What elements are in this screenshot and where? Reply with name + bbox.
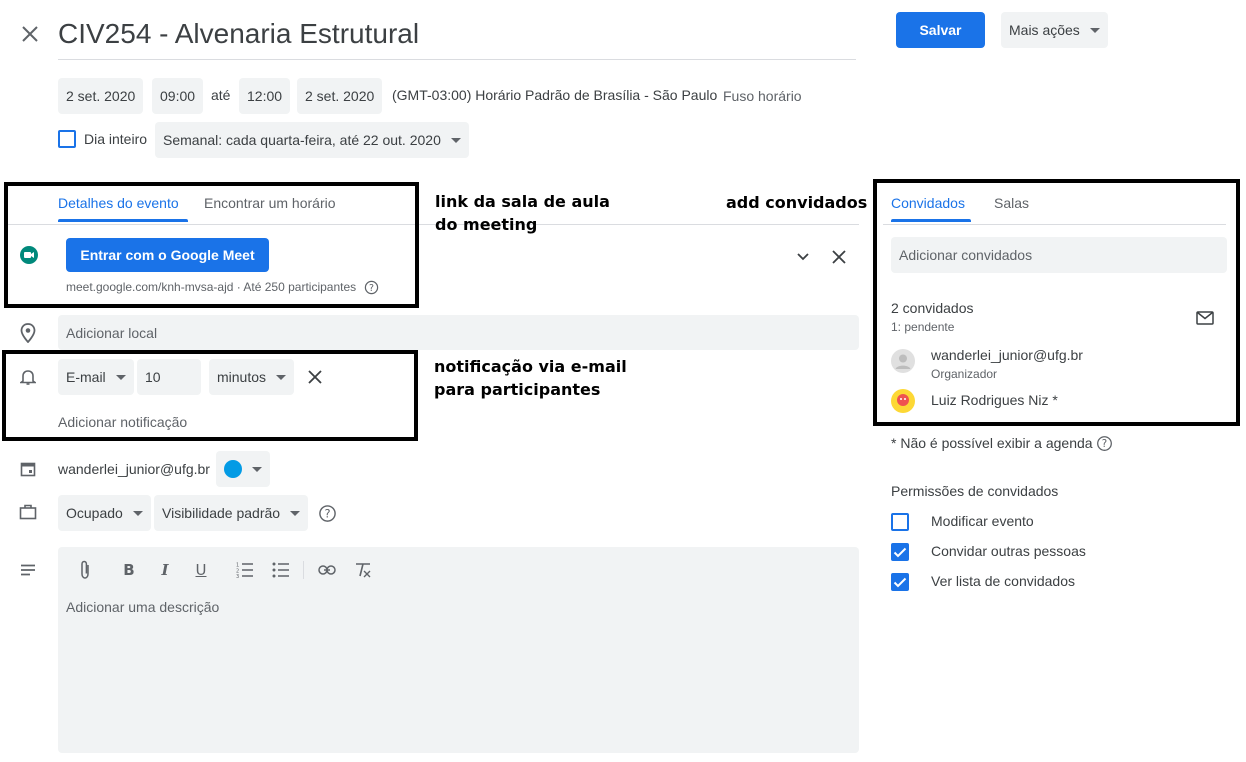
start-time-chip[interactable]: 09:00 [152,78,204,114]
italic-icon[interactable]: I [154,559,176,581]
modify-event-checkbox[interactable] [891,513,909,531]
calendar-owner: wanderlei_junior@ufg.br [58,461,210,477]
location-input[interactable]: Adicionar local [58,315,859,350]
numbered-list-icon[interactable]: 123 [234,559,256,581]
chevron-down-icon [132,510,143,516]
chevron-down-icon [1089,27,1100,33]
description-editor[interactable]: B I U 123 Adicionar uma descrição [58,547,859,753]
chevron-down-icon[interactable] [794,248,812,266]
all-day-label: Dia inteiro [84,131,148,147]
visibility-value: Visibilidade padrão [162,505,281,521]
link-icon[interactable] [316,559,338,581]
all-day-checkbox[interactable] [58,130,76,148]
more-actions-button[interactable]: Mais ações [1001,12,1108,48]
location-placeholder: Adicionar local [66,325,158,341]
calendar-color-select[interactable] [216,451,270,487]
timezone-link[interactable]: Fuso horário [723,88,802,104]
description-icon [18,560,38,580]
title-underline [58,59,856,60]
chevron-down-icon [450,137,461,143]
calendar-icon [18,459,38,479]
annotation-box-guests [873,179,1240,426]
bulleted-list-icon[interactable] [270,559,292,581]
visibility-select[interactable]: Visibilidade padrão [154,495,309,531]
toolbar-divider [303,561,304,579]
chevron-down-icon [252,466,262,472]
help-icon[interactable]: ? [1095,434,1113,452]
description-placeholder: Adicionar uma descrição [66,599,220,615]
annotation-guests: add convidados [726,193,868,212]
chevron-down-icon [290,510,301,516]
timezone-text: (GMT-03:00) Horário Padrão de Brasília -… [392,87,718,103]
start-date-chip[interactable]: 2 set. 2020 [58,78,144,114]
attachment-icon[interactable] [74,559,96,581]
availability-select[interactable]: Ocupado [58,495,151,531]
save-button[interactable]: Salvar [896,12,985,48]
svg-text:3: 3 [236,574,239,578]
annotation-meet-line2: do meeting [435,215,538,234]
annotation-box-meet [4,182,419,308]
remove-meet-close-icon[interactable] [830,248,848,266]
permission-label: Modificar evento [931,513,1034,529]
underline-icon[interactable]: U [190,559,212,581]
more-actions-label: Mais ações [1009,22,1080,38]
permissions-title: Permissões de convidados [891,483,1059,499]
calendar-color-dot [224,460,242,478]
help-icon[interactable]: ? [317,503,337,523]
agenda-note: * Não é possível exibir a agenda [891,435,1093,451]
close-icon[interactable] [16,20,44,48]
annotation-notif-line1: notificação via e-mail [434,357,627,376]
event-title[interactable]: CIV254 - Alvenaria Estrutural [58,18,419,50]
location-pin-icon [18,322,38,344]
see-guest-list-checkbox[interactable] [891,573,909,591]
annotation-notif-line2: para participantes [434,380,601,399]
permission-label: Convidar outras pessoas [931,543,1086,559]
recurrence-select[interactable]: Semanal: cada quarta-feira, até 22 out. … [155,122,469,158]
svg-text:?: ? [1101,438,1106,449]
recurrence-value: Semanal: cada quarta-feira, até 22 out. … [163,132,441,148]
briefcase-icon [18,502,38,522]
end-date-chip[interactable]: 2 set. 2020 [297,78,383,114]
svg-text:?: ? [324,506,330,520]
annotation-box-notification [2,350,418,441]
end-time-chip[interactable]: 12:00 [239,78,291,114]
until-label: até [211,87,231,103]
permission-label: Ver lista de convidados [931,573,1075,589]
annotation-meet-line1: link da sala de aula [435,192,610,211]
clear-formatting-icon[interactable] [352,559,374,581]
invite-others-checkbox[interactable] [891,543,909,561]
availability-value: Ocupado [66,505,123,521]
bold-icon[interactable]: B [118,559,140,581]
